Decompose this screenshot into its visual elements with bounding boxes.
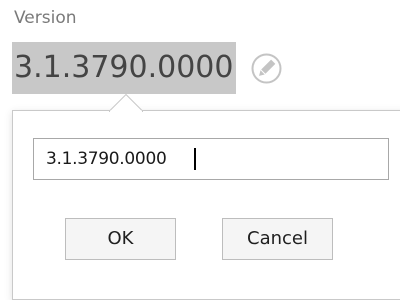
edit-version-popup: OK Cancel	[12, 110, 400, 300]
pencil-icon[interactable]	[250, 52, 283, 85]
popup-arrow	[109, 94, 143, 112]
version-input[interactable]	[33, 138, 389, 180]
text-caret	[194, 148, 196, 170]
version-field-label: Version	[14, 8, 77, 28]
version-value[interactable]: 3.1.3790.0000	[12, 42, 237, 94]
ok-button[interactable]: OK	[65, 218, 176, 260]
cancel-button[interactable]: Cancel	[222, 218, 333, 260]
